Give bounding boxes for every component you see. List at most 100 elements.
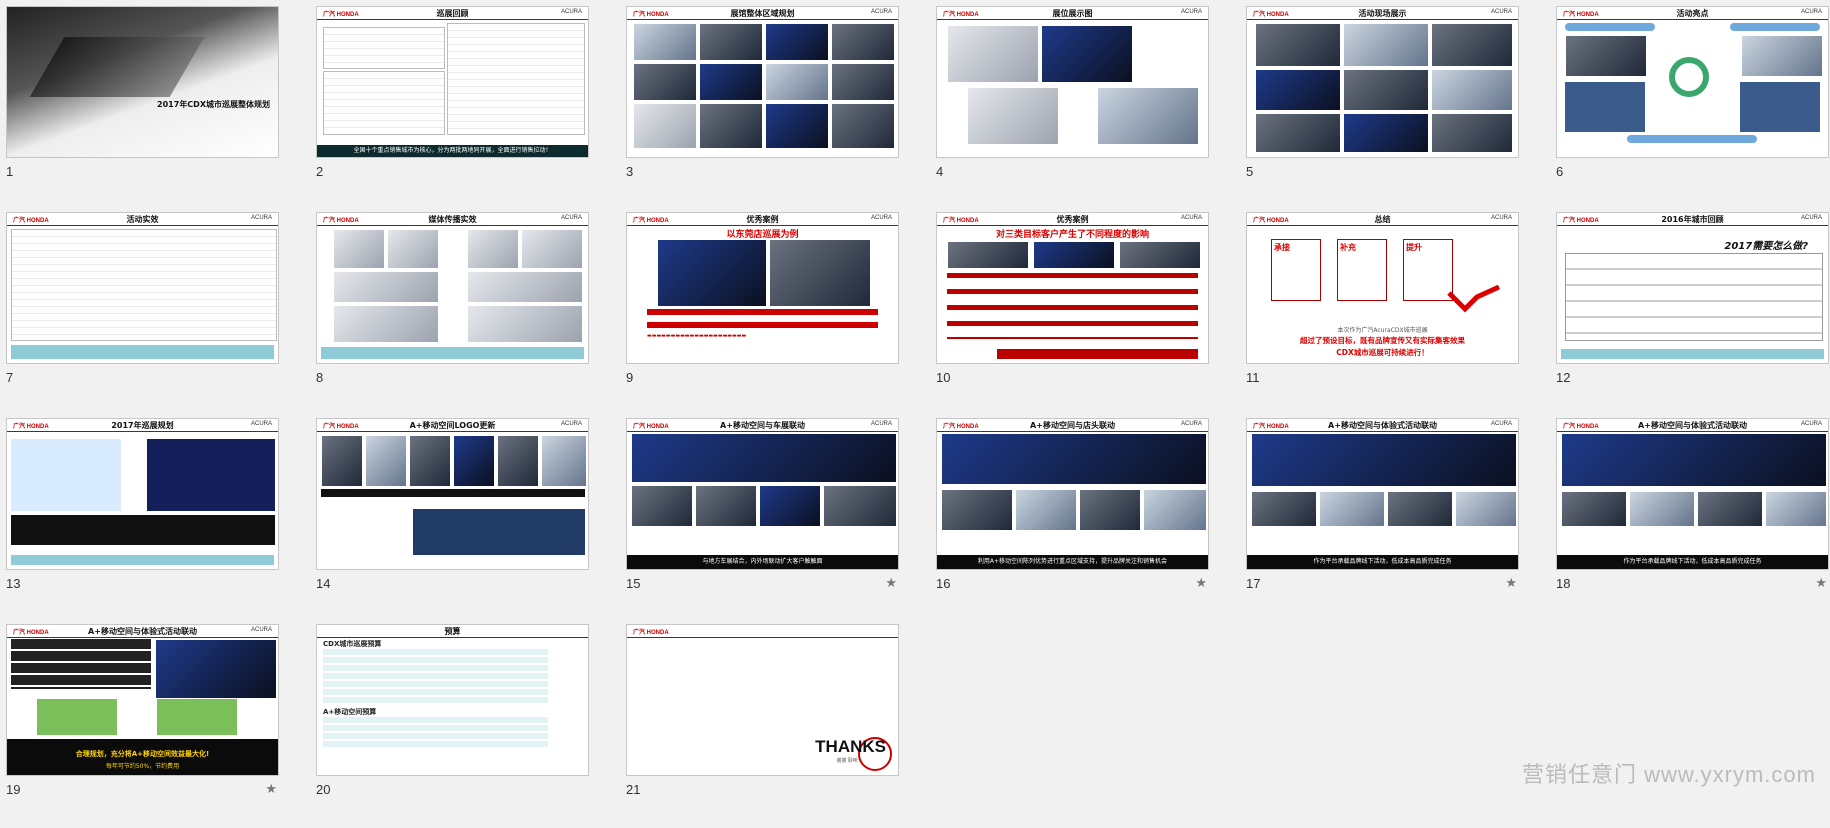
slide-preview[interactable]: 广汽 HONDA 展位展示图 ACURA xyxy=(936,6,1209,158)
slide-preview[interactable]: 广汽 HONDA 2016年城市回顾 ACURA 2017需要怎么做? xyxy=(1556,212,1829,364)
slide-thumbnail-21[interactable]: 广汽 HONDA THANKS 谢谢 聆听 21 xyxy=(626,624,899,828)
slide-title: 2017年巡展规划 xyxy=(111,421,174,430)
slide-preview[interactable]: 广汽 HONDA 巡展回顾 ACURA 全国十个重点销售城市为核心，分为两批两地同开… xyxy=(316,6,589,158)
slide-title: 预算 xyxy=(444,627,461,636)
acura-logo: ACURA xyxy=(1180,9,1202,15)
slide-header: 广汽 HONDA 巡展回顾 ACURA xyxy=(317,7,588,20)
slide-preview[interactable]: 广汽 HONDA A+移动空间与店头联动 ACURA 利用A+移动空间陈列优势进行重… xyxy=(936,418,1209,570)
photo xyxy=(1079,489,1141,531)
slide-header: 广汽 HONDA A+移动空间与车展联动 ACURA xyxy=(627,419,898,432)
slide-preview[interactable]: 广汽 HONDA 活动亮点 ACURA xyxy=(1556,6,1829,158)
summary-band xyxy=(997,349,1198,359)
slide-thumbnail-16[interactable]: 广汽 HONDA A+移动空间与店头联动 ACURA 利用A+移动空间陈列优势进行重… xyxy=(936,418,1209,622)
slide-preview[interactable]: 广汽 HONDA 媒体传播实效 ACURA xyxy=(316,212,589,364)
slide-thumbnail-6[interactable]: 广汽 HONDA 活动亮点 ACURA 6 xyxy=(1556,6,1829,210)
slide-preview[interactable]: 2017年CDX城市巡展整体规划 xyxy=(6,6,279,158)
slide-thumbnail-18[interactable]: 广汽 HONDA A+移动空间与体验式活动联动 ACURA 作为平台承载品牌线下活动… xyxy=(1556,418,1829,622)
acura-logo: ACURA xyxy=(1180,215,1202,221)
summary-band xyxy=(321,347,584,359)
photo xyxy=(1015,489,1077,531)
results-table xyxy=(11,229,277,341)
slide-preview[interactable]: 广汽 HONDA 2017年巡展规划 ACURA xyxy=(6,418,279,570)
slide-number: 14 xyxy=(316,576,331,591)
slide-title: 展位展示图 xyxy=(1052,9,1093,18)
slide-number: 5 xyxy=(1246,164,1254,179)
photo xyxy=(695,485,757,527)
summary-band xyxy=(1561,349,1824,359)
info-table xyxy=(323,27,445,69)
photo xyxy=(1119,241,1201,269)
photo xyxy=(1431,113,1513,153)
slide-number: 15 xyxy=(626,576,641,591)
slide-header: 广汽 HONDA A+移动空间与店头联动 ACURA xyxy=(937,419,1208,432)
slide-thumbnail-8[interactable]: 广汽 HONDA 媒体传播实效 ACURA 8 xyxy=(316,212,589,416)
photo xyxy=(769,239,871,307)
slide-title: 活动亮点 xyxy=(1676,9,1709,18)
slide-number: 16 xyxy=(936,576,951,591)
slide-title: 2017年CDX城市巡展整体规划 xyxy=(157,100,270,109)
slide-thumbnail-7[interactable]: 广汽 HONDA 活动实效 ACURA 7 xyxy=(6,212,279,416)
slide-preview[interactable]: 广汽 HONDA THANKS 谢谢 聆听 xyxy=(626,624,899,776)
photo xyxy=(633,103,697,149)
photo xyxy=(1431,23,1513,67)
slide-title: 活动现场展示 xyxy=(1358,9,1407,18)
slide-header: 广汽 HONDA 媒体传播实效 ACURA xyxy=(317,213,588,226)
slide-thumbnail-12[interactable]: 广汽 HONDA 2016年城市回顾 ACURA 2017需要怎么做? 12 xyxy=(1556,212,1829,416)
slide-thumbnail-4[interactable]: 广汽 HONDA 展位展示图 ACURA 4 xyxy=(936,6,1209,210)
slide-preview[interactable]: 广汽 HONDA 活动现场展示 ACURA xyxy=(1246,6,1519,158)
text-band xyxy=(11,515,275,545)
photo xyxy=(633,63,697,101)
footer-line-1: 合理规划，充分将A+移动空间效益最大化! xyxy=(75,750,210,758)
screenshot xyxy=(333,229,385,269)
photo xyxy=(699,103,763,149)
acura-logo: ACURA xyxy=(1490,215,1512,221)
slide-footer: 全国十个重点销售城市为核心，分为两批两地同开展，全面进行销售拉动！ xyxy=(317,145,588,157)
steps-list xyxy=(11,639,151,689)
photo xyxy=(947,25,1039,83)
summary-box: 承接 xyxy=(1271,239,1321,301)
slide-preview[interactable]: 广汽 HONDA A+移动空间与体验式活动联动 ACURA 作为平台承载品牌线下活动… xyxy=(1246,418,1519,570)
slide-thumbnail-19[interactable]: 广汽 HONDA A+移动空间与体验式活动联动 ACURA 合理规划，充分将A+移动… xyxy=(6,624,279,828)
photo xyxy=(1143,489,1207,531)
slide-thumbnail-10[interactable]: 广汽 HONDA 优秀案例 ACURA 对三类目标客户产生了不同程度的影响 10 xyxy=(936,212,1209,416)
slide-title: 活动实效 xyxy=(126,215,159,224)
slide-thumbnail-17[interactable]: 广汽 HONDA A+移动空间与体验式活动联动 ACURA 作为平台承载品牌线下活动… xyxy=(1246,418,1519,622)
slide-thumbnail-15[interactable]: 广汽 HONDA A+移动空间与车展联动 ACURA 与地方车展结合，内外场联动扩大… xyxy=(626,418,899,622)
slide-thumbnail-9[interactable]: 广汽 HONDA 优秀案例 ACURA 以东莞店巡展为例 ▬▬▬▬▬▬▬▬▬▬▬▬▬… xyxy=(626,212,899,416)
slide-preview[interactable]: 广汽 HONDA 活动实效 ACURA xyxy=(6,212,279,364)
photo xyxy=(699,63,763,101)
slide-preview[interactable]: 广汽 HONDA A+移动空间LOGO更新 ACURA xyxy=(316,418,589,570)
slide-preview[interactable]: 广汽 HONDA A+移动空间与体验式活动联动 ACURA 合理规划，充分将A+移动… xyxy=(6,624,279,776)
slide-preview[interactable]: 广汽 HONDA 优秀案例 ACURA 以东莞店巡展为例 ▬▬▬▬▬▬▬▬▬▬▬▬▬… xyxy=(626,212,899,364)
slide-preview[interactable]: 广汽 HONDA A+移动空间与体验式活动联动 ACURA 作为平台承载品牌线下活动… xyxy=(1556,418,1829,570)
photo xyxy=(1255,69,1341,111)
slide-thumbnail-1[interactable]: 2017年CDX城市巡展整体规划 1 xyxy=(6,6,279,210)
slide-thumbnail-2[interactable]: 广汽 HONDA 巡展回顾 ACURA 全国十个重点销售城市为核心，分为两批两地同开… xyxy=(316,6,589,210)
slide-thumbnail-13[interactable]: 广汽 HONDA 2017年巡展规划 ACURA 13 xyxy=(6,418,279,622)
slide-preview[interactable]: 广汽 HONDA 展馆整体区域规划 ACURA xyxy=(626,6,899,158)
screenshot xyxy=(521,229,583,269)
animation-star-icon: ★ xyxy=(885,576,897,591)
screenshot xyxy=(467,305,583,343)
slide-thumbnail-14[interactable]: 广汽 HONDA A+移动空间LOGO更新 ACURA 14 xyxy=(316,418,589,622)
slide-title: A+移动空间与车展联动 xyxy=(720,421,805,430)
slide-thumbnail-5[interactable]: 广汽 HONDA 活动现场展示 ACURA 5 xyxy=(1246,6,1519,210)
decorative-shape xyxy=(29,37,205,97)
slide-preview[interactable]: 广汽 HONDA 优秀案例 ACURA 对三类目标客户产生了不同程度的影响 xyxy=(936,212,1209,364)
highlight-pill xyxy=(1730,23,1820,31)
slide-number: 7 xyxy=(6,370,14,385)
screenshot xyxy=(467,229,519,269)
slide-thumbnail-3[interactable]: 广汽 HONDA 展馆整体区域规划 ACURA 3 xyxy=(626,6,899,210)
slide-preview[interactable]: 广汽 HONDA 总结 ACURA 承接 补充 提升 本次作为广汽AcuraCDX城… xyxy=(1246,212,1519,364)
slide-header: 广汽 HONDA 总结 ACURA xyxy=(1247,213,1518,226)
slide-number: 11 xyxy=(1246,370,1260,385)
slide-thumbnail-20[interactable]: 预算 CDX城市巡展预算 A+移动空间预算 20 xyxy=(316,624,589,828)
china-map-dark xyxy=(147,439,275,511)
slide-thumbnail-11[interactable]: 广汽 HONDA 总结 ACURA 承接 补充 提升 本次作为广汽AcuraCDX城… xyxy=(1246,212,1519,416)
china-map xyxy=(157,699,237,735)
acura-logo: ACURA xyxy=(250,421,272,427)
slide-preview[interactable]: 广汽 HONDA A+移动空间与车展联动 ACURA 与地方车展结合，内外场联动扩大… xyxy=(626,418,899,570)
photo xyxy=(321,435,363,487)
acura-logo: ACURA xyxy=(1490,421,1512,427)
slide-preview[interactable]: 预算 CDX城市巡展预算 A+移动空间预算 xyxy=(316,624,589,776)
